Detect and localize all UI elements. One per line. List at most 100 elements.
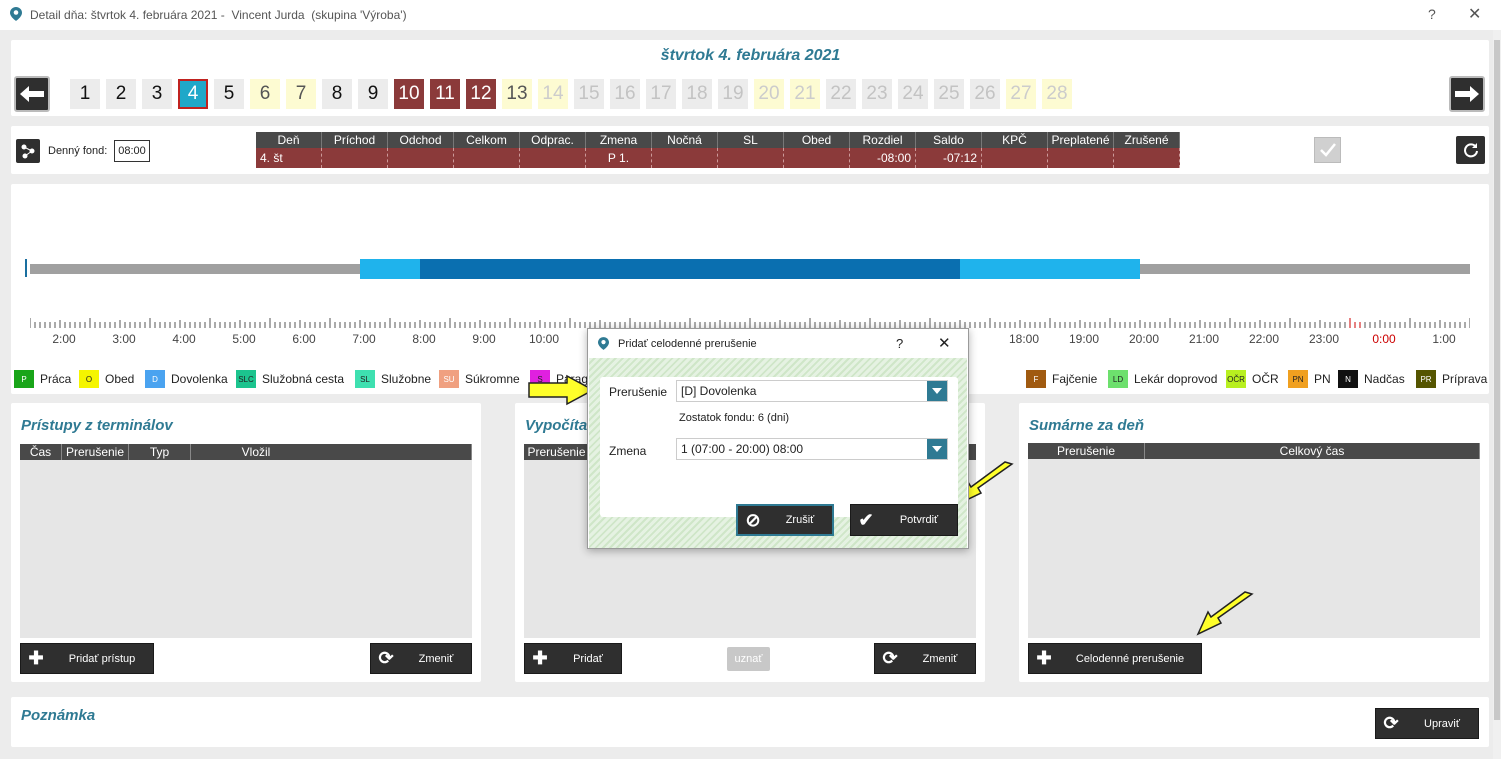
day-button-8[interactable]: 8 xyxy=(322,79,352,109)
grid-col-header[interactable]: Zrušené xyxy=(1114,132,1180,148)
legend-label: Súkromne xyxy=(465,372,520,386)
day-button-15[interactable]: 15 xyxy=(574,79,604,109)
help-button[interactable]: ? xyxy=(1428,6,1436,22)
zmena-select[interactable]: 1 (07:00 - 20:00) 08:00 xyxy=(676,438,948,460)
grid-col-header[interactable]: Odprac. xyxy=(520,132,586,148)
day-button-10[interactable]: 10 xyxy=(394,79,424,109)
day-button-16[interactable]: 16 xyxy=(610,79,640,109)
prerusenie-select[interactable]: [D] Dovolenka xyxy=(676,380,948,402)
confirm-check-button[interactable] xyxy=(1314,137,1341,163)
grid-cell xyxy=(652,148,718,168)
dialog-close-button[interactable]: ✕ xyxy=(938,334,951,352)
day-button-14[interactable]: 14 xyxy=(538,79,568,109)
legend-label: Lekár doprovod xyxy=(1134,372,1218,386)
timeline-shift-dark[interactable] xyxy=(420,259,960,279)
confirm-button[interactable]: ✔ Potvrdiť xyxy=(850,504,958,536)
grid-col-header[interactable]: SL xyxy=(718,132,784,148)
day-button-26[interactable]: 26 xyxy=(970,79,1000,109)
sumarne-title: Sumárne za deň xyxy=(1029,417,1145,434)
hour-label: 8:00 xyxy=(412,332,436,346)
pristupy-title: Prístupy z terminálov xyxy=(21,417,173,434)
hour-label: 9:00 xyxy=(472,332,496,346)
day-button-12[interactable]: 12 xyxy=(466,79,496,109)
add-pristup-button[interactable]: ✚ Pridať prístup xyxy=(20,643,154,674)
plus-icon: ✚ xyxy=(1036,648,1052,668)
grid-col-header[interactable]: Nočná xyxy=(652,132,718,148)
timeline-start-marker xyxy=(25,259,27,277)
col-celkovy-cas[interactable]: Celkový čas xyxy=(1145,443,1480,459)
hour-label: 6:00 xyxy=(292,332,316,346)
grid-col-header[interactable]: Saldo xyxy=(916,132,982,148)
col-vlozil[interactable]: Vložil xyxy=(191,444,472,460)
upravit-button[interactable]: ⟳ Upraviť xyxy=(1375,708,1479,739)
day-button-25[interactable]: 25 xyxy=(934,79,964,109)
day-button-28[interactable]: 28 xyxy=(1042,79,1072,109)
change-button[interactable]: ⟳ Zmeniť xyxy=(874,643,976,674)
day-button-21[interactable]: 21 xyxy=(790,79,820,109)
close-button[interactable]: ✕ xyxy=(1468,4,1481,24)
grid-cell: 4. št xyxy=(256,148,322,168)
scrollbar[interactable] xyxy=(1493,30,1501,759)
col-typ[interactable]: Typ xyxy=(129,444,191,460)
refresh-button[interactable] xyxy=(1456,136,1485,164)
day-button-7[interactable]: 7 xyxy=(286,79,316,109)
day-button-4[interactable]: 4 xyxy=(178,79,208,109)
day-button-23[interactable]: 23 xyxy=(862,79,892,109)
day-button-6[interactable]: 6 xyxy=(250,79,280,109)
day-button-22[interactable]: 22 xyxy=(826,79,856,109)
legend-item: O Obed xyxy=(79,370,134,388)
legend-swatch: O xyxy=(79,370,99,388)
cancel-button[interactable]: ⊘ Zrušiť xyxy=(736,504,834,536)
legend-label: Príprava xyxy=(1442,372,1488,386)
change-pristup-button[interactable]: ⟳ Zmeniť xyxy=(370,643,472,674)
celodenne-prerusenie-button[interactable]: ✚ Celodenné prerušenie xyxy=(1028,643,1202,674)
col-prerusenie[interactable]: Prerušenie xyxy=(62,444,129,460)
day-button-24[interactable]: 24 xyxy=(898,79,928,109)
grid-col-header[interactable]: Obed xyxy=(784,132,850,148)
pristupy-table-body[interactable] xyxy=(20,460,472,638)
grid-col-header[interactable]: Rozdiel xyxy=(850,132,916,148)
day-button-20[interactable]: 20 xyxy=(754,79,784,109)
legend-label: Fajčenie xyxy=(1052,372,1098,386)
zostatok-text: Zostatok fondu: 6 (dni) xyxy=(679,412,790,424)
day-button-1[interactable]: 1 xyxy=(70,79,100,109)
day-button-11[interactable]: 11 xyxy=(430,79,460,109)
grid-col-header[interactable]: Odchod xyxy=(388,132,454,148)
grid-col-header[interactable]: KPČ xyxy=(982,132,1048,148)
day-button-19[interactable]: 19 xyxy=(718,79,748,109)
grid-col-header[interactable]: Celkom xyxy=(454,132,520,148)
hour-label: 18:00 xyxy=(1008,332,1040,346)
col-prerusenie[interactable]: Prerušenie xyxy=(1028,443,1145,459)
day-button-2[interactable]: 2 xyxy=(106,79,136,109)
next-day-button[interactable] xyxy=(1449,76,1485,112)
day-button-3[interactable]: 3 xyxy=(142,79,172,109)
dialog-title: Pridať celodenné prerušenie xyxy=(618,338,757,350)
legend-label: Práca xyxy=(40,372,72,386)
day-grid-row[interactable]: 4. št P 1. -08:00 -07:12 xyxy=(256,148,1180,168)
day-button-9[interactable]: 9 xyxy=(358,79,388,109)
grid-col-header[interactable]: Príchod xyxy=(322,132,388,148)
hour-label: 0:00 xyxy=(1372,332,1396,346)
day-button-13[interactable]: 13 xyxy=(502,79,532,109)
chevron-down-icon[interactable] xyxy=(927,381,947,401)
col-prerusenie[interactable]: Prerušenie xyxy=(524,444,590,460)
day-button-5[interactable]: 5 xyxy=(214,79,244,109)
grid-col-header[interactable]: Zmena xyxy=(586,132,652,148)
grid-col-header[interactable]: Deň xyxy=(256,132,322,148)
grid-col-header[interactable]: Preplatené xyxy=(1048,132,1114,148)
chevron-down-icon[interactable] xyxy=(927,439,947,459)
dialog-help-button[interactable]: ? xyxy=(896,336,903,351)
hour-label: 2:00 xyxy=(52,332,76,346)
day-button-17[interactable]: 17 xyxy=(646,79,676,109)
col-cas[interactable]: Čas xyxy=(20,444,62,460)
fond-input[interactable]: 08:00 xyxy=(114,140,150,162)
day-button-18[interactable]: 18 xyxy=(682,79,712,109)
previous-day-button[interactable] xyxy=(14,76,50,112)
app-icon xyxy=(598,337,609,350)
cancel-icon: ⊘ xyxy=(745,509,761,530)
refresh-icon: ⟳ xyxy=(1383,713,1399,733)
day-button-27[interactable]: 27 xyxy=(1006,79,1036,109)
uznat-button[interactable]: uznať xyxy=(727,647,770,671)
hour-label: 19:00 xyxy=(1068,332,1100,346)
add-button[interactable]: ✚ Pridať xyxy=(524,643,622,674)
